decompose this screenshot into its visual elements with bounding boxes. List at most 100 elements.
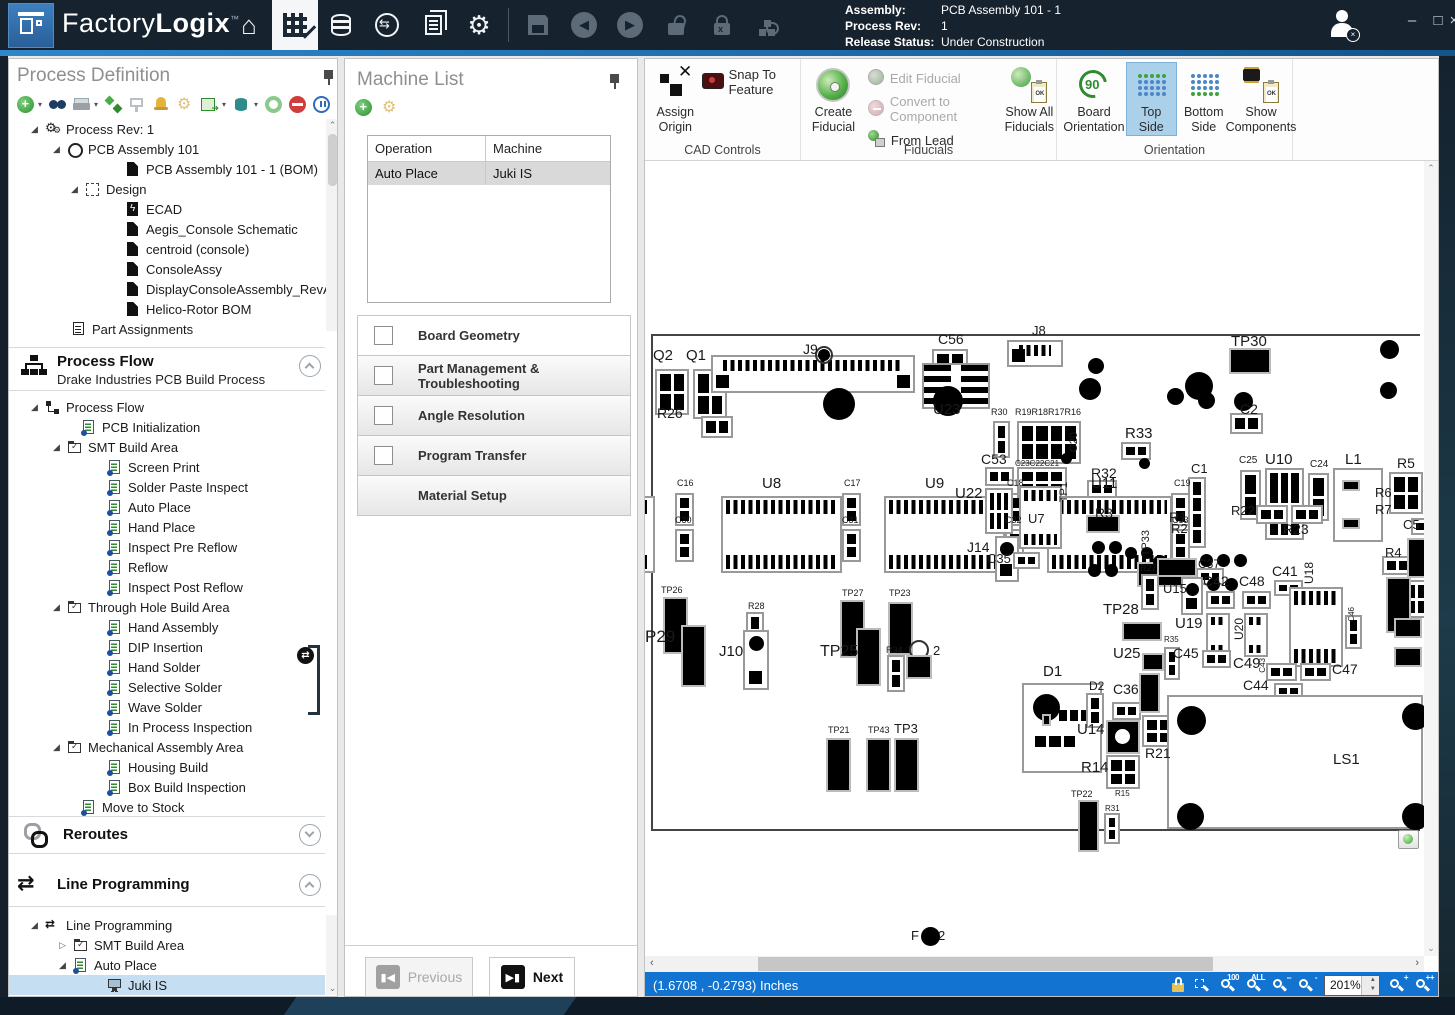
tree-item-box-build-inspection[interactable]: Box Build Inspection bbox=[9, 777, 325, 797]
tree-item-dip-insertion[interactable]: DIP Insertion bbox=[9, 637, 325, 657]
find-icon[interactable] bbox=[49, 96, 66, 113]
accordion-angle-resolution[interactable]: Angle Resolution bbox=[358, 396, 630, 436]
tree-item-consoleassy[interactable]: ConsoleAssy bbox=[9, 259, 325, 279]
zoom-level-input[interactable]: 201%▲▼ bbox=[1324, 975, 1380, 996]
zoom-out-double-icon[interactable]: -- bbox=[1272, 977, 1289, 994]
scroll-down-icon[interactable]: ⌄ bbox=[326, 982, 338, 995]
merge-icon[interactable] bbox=[105, 96, 122, 113]
canvas-vertical-scrollbar[interactable]: ⌃ ⌄ bbox=[1424, 161, 1438, 956]
tree-item-reflow[interactable]: Reflow bbox=[9, 557, 325, 577]
expander-open-icon[interactable]: ◢ bbox=[53, 144, 67, 155]
scrollbar-thumb[interactable] bbox=[758, 957, 1213, 971]
add-machine-icon[interactable] bbox=[355, 99, 372, 116]
export-icon[interactable] bbox=[201, 96, 218, 113]
tree-item-solder-paste-inspect[interactable]: Solder Paste Inspect bbox=[9, 477, 325, 497]
tree-item-housing-build[interactable]: Housing Build bbox=[9, 757, 325, 777]
expander-open-icon[interactable]: ◢ bbox=[31, 402, 45, 413]
lock-x-icon[interactable]: x bbox=[699, 0, 745, 50]
accordion-board-geometry[interactable]: Board Geometry bbox=[358, 316, 630, 356]
expand-reroutes-button[interactable] bbox=[299, 824, 321, 846]
unlock-icon[interactable] bbox=[653, 0, 699, 50]
ribbon-button-create-fiducial[interactable]: CreateFiducial bbox=[809, 63, 858, 135]
config-icon[interactable] bbox=[177, 96, 194, 113]
sync-icon[interactable] bbox=[364, 0, 410, 50]
next-button[interactable]: ▶▮ Next bbox=[489, 957, 575, 997]
accordion-program-transfer[interactable]: Program Transfer bbox=[358, 436, 630, 476]
tree-item-part-assignments[interactable]: Part Assignments bbox=[9, 319, 325, 339]
checkbox[interactable] bbox=[374, 326, 393, 345]
reroutes-header[interactable]: Reroutes bbox=[9, 816, 337, 854]
checkbox[interactable] bbox=[374, 446, 393, 465]
checkbox[interactable] bbox=[374, 366, 393, 385]
zoom-window-icon[interactable] bbox=[1194, 977, 1211, 994]
process-definition-icon[interactable] bbox=[272, 0, 318, 50]
materials-icon[interactable] bbox=[318, 0, 364, 50]
stop-icon[interactable] bbox=[289, 96, 306, 113]
tree-item-smt-build-area[interactable]: ▷SMT Build Area bbox=[9, 935, 325, 955]
canvas-options-button[interactable] bbox=[1398, 830, 1419, 849]
scroll-left-icon[interactable]: ‹ bbox=[650, 957, 654, 969]
checkbox[interactable] bbox=[374, 406, 393, 425]
machine-row-auto-place[interactable]: Auto PlaceJuki IS bbox=[368, 162, 610, 185]
pause-icon[interactable] bbox=[313, 96, 330, 113]
zoom-all-icon[interactable]: ALL bbox=[1246, 977, 1263, 994]
expander-open-icon[interactable]: ◢ bbox=[31, 124, 45, 135]
accordion-material-setup[interactable]: Material Setup bbox=[358, 476, 630, 516]
tree-item-process-flow[interactable]: ◢Process Flow bbox=[9, 397, 325, 417]
start-icon[interactable] bbox=[265, 96, 282, 113]
lock-icon[interactable] bbox=[1171, 977, 1185, 993]
print-dropdown-icon[interactable]: ▾ bbox=[94, 100, 98, 109]
ribbon-button-edit-fiducial[interactable]: Edit Fiducial bbox=[868, 69, 997, 88]
tree-item-auto-place[interactable]: ◢Auto Place bbox=[9, 955, 325, 975]
collapse-process-flow-button[interactable] bbox=[299, 355, 321, 377]
ribbon-button-top-side[interactable]: TopSide bbox=[1127, 63, 1176, 135]
tree-item-inspect-post-reflow[interactable]: Inspect Post Reflow bbox=[9, 577, 325, 597]
scroll-up-icon[interactable]: ⌃ bbox=[326, 119, 338, 132]
export-dropdown-icon[interactable]: ▾ bbox=[222, 100, 226, 109]
process-flow-header[interactable]: Process Flow Drake Industries PCB Build … bbox=[9, 347, 337, 391]
expander-closed-icon[interactable]: ▷ bbox=[59, 940, 73, 951]
tree-item-through-hole-build-area[interactable]: ◢Through Hole Build Area bbox=[9, 597, 325, 617]
tree-item-inspect-pre-reflow[interactable]: Inspect Pre Reflow bbox=[9, 537, 325, 557]
tree-item-auto-place[interactable]: Auto Place bbox=[9, 497, 325, 517]
tree-item-pcb-assembly-101-1-bom[interactable]: PCB Assembly 101 - 1 (BOM) bbox=[9, 159, 325, 179]
minimize-button[interactable]: – bbox=[1398, 0, 1426, 40]
scroll-right-icon[interactable]: › bbox=[1415, 957, 1419, 969]
expander-open-icon[interactable]: ◢ bbox=[53, 442, 67, 453]
ribbon-button-board-orientation[interactable]: BoardOrientation bbox=[1065, 63, 1123, 135]
settings-icon[interactable]: ⚙ bbox=[456, 0, 502, 50]
machine-list-pin-icon[interactable] bbox=[607, 73, 621, 89]
pcb-canvas[interactable]: Q2Q1R26J9C56U23J8TP30C2R30R19R18R17R16C2… bbox=[645, 161, 1424, 956]
tree-item-mechanical-assembly-area[interactable]: ◢Mechanical Assembly Area bbox=[9, 737, 325, 757]
tree-item-helico-rotor-bom[interactable]: Helico-Rotor BOM bbox=[9, 299, 325, 319]
tree-item-design[interactable]: ◢Design bbox=[9, 179, 325, 199]
expander-open-icon[interactable]: ◢ bbox=[53, 602, 67, 613]
tree-item-wave-solder[interactable]: Wave Solder bbox=[9, 697, 325, 717]
tree-item-line-programming[interactable]: ◢Line Programming bbox=[9, 915, 325, 935]
home-icon[interactable]: ⌂ bbox=[226, 0, 272, 50]
column-operation[interactable]: Operation bbox=[368, 136, 486, 161]
audit-search-icon[interactable] bbox=[745, 0, 791, 50]
expander-open-icon[interactable]: ◢ bbox=[53, 742, 67, 753]
tree-item-centroid-console[interactable]: centroid (console) bbox=[9, 239, 325, 259]
tree-item-selective-solder[interactable]: Selective Solder bbox=[9, 677, 325, 697]
ribbon-button-convert-to-component[interactable]: Convert to Component bbox=[868, 94, 997, 124]
tree-item-hand-place[interactable]: Hand Place bbox=[9, 517, 325, 537]
tree-item-smt-build-area[interactable]: ◢SMT Build Area bbox=[9, 437, 325, 457]
column-machine[interactable]: Machine bbox=[486, 136, 610, 161]
line-tree-scrollbar[interactable]: ⌄ bbox=[326, 915, 338, 995]
tree-item-screen-print[interactable]: Screen Print bbox=[9, 457, 325, 477]
machine-config-icon[interactable] bbox=[382, 99, 399, 116]
save-icon[interactable] bbox=[515, 0, 561, 50]
data-dropdown-icon[interactable]: ▾ bbox=[254, 100, 258, 109]
tree-item-process-rev-1[interactable]: ◢Process Rev: 1 bbox=[9, 119, 325, 139]
line-programming-header[interactable]: ⇄ Line Programming bbox=[9, 865, 337, 907]
tree-item-juki-is[interactable]: Juki IS bbox=[9, 975, 325, 995]
alert-icon[interactable] bbox=[153, 96, 170, 113]
forward-icon[interactable]: ▶ bbox=[607, 0, 653, 50]
tree-item-pcb-assembly-101[interactable]: ◢PCB Assembly 101 bbox=[9, 139, 325, 159]
ribbon-button-assign-origin[interactable]: ✕AssignOrigin bbox=[653, 63, 698, 135]
ribbon-button-bottom-side[interactable]: BottomSide bbox=[1180, 63, 1229, 135]
previous-button[interactable]: ▮◀ Previous bbox=[365, 957, 473, 997]
pin-icon[interactable] bbox=[321, 69, 335, 85]
